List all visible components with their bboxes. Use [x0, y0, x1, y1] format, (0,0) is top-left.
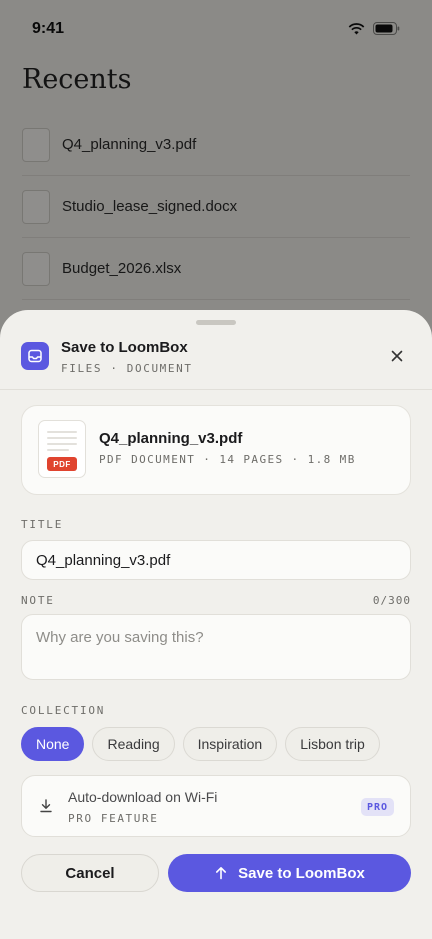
collection-chip-reading[interactable]: Reading: [92, 727, 175, 761]
auto-download-title: Auto-download on Wi-Fi: [68, 789, 218, 805]
collection-chips: None Reading Inspiration Lisbon trip: [21, 727, 380, 761]
save-sheet: Save to LoomBox FILES · DOCUMENT PDF Q4_…: [0, 310, 432, 939]
title-input[interactable]: Q4_planning_v3.pdf: [21, 540, 411, 580]
note-char-counter: 0/300: [372, 594, 411, 607]
title-label: TITLE: [21, 518, 64, 531]
cancel-button[interactable]: Cancel: [21, 854, 159, 892]
close-icon: [391, 350, 403, 362]
close-button[interactable]: [386, 345, 408, 367]
auto-download-subtitle: PRO FEATURE: [68, 812, 159, 825]
save-button[interactable]: Save to LoomBox: [168, 854, 411, 892]
collection-chip-lisbon-trip[interactable]: Lisbon trip: [285, 727, 380, 761]
sheet-grabber[interactable]: [196, 320, 236, 325]
file-meta: PDF DOCUMENT · 14 PAGES · 1.8 MB: [99, 453, 356, 466]
sheet-title: Save to LoomBox: [61, 339, 188, 356]
download-icon: [40, 799, 52, 813]
collection-chip-inspiration[interactable]: Inspiration: [182, 727, 278, 761]
file-type-badge: PDF: [47, 457, 77, 471]
note-textarea[interactable]: Why are you saving this?: [21, 614, 411, 680]
note-label: NOTE: [21, 594, 55, 607]
pdf-file-icon: PDF: [38, 420, 86, 478]
collection-chip-none[interactable]: None: [21, 727, 85, 761]
file-name: Q4_planning_v3.pdf: [99, 430, 243, 447]
auto-download-toggle[interactable]: Auto-download on Wi-Fi PRO FEATURE PRO: [21, 775, 411, 837]
file-preview-card: PDF Q4_planning_v3.pdf PDF DOCUMENT · 14…: [21, 405, 411, 495]
arrow-up-icon: [216, 867, 227, 880]
sheet-header: Save to LoomBox FILES · DOCUMENT: [0, 336, 432, 390]
inbox-icon: [21, 342, 49, 370]
sheet-subtitle: FILES · DOCUMENT: [61, 362, 193, 375]
pro-badge: PRO: [360, 798, 394, 816]
save-button-label: Save to LoomBox: [238, 864, 365, 882]
collection-label: COLLECTION: [21, 704, 106, 717]
